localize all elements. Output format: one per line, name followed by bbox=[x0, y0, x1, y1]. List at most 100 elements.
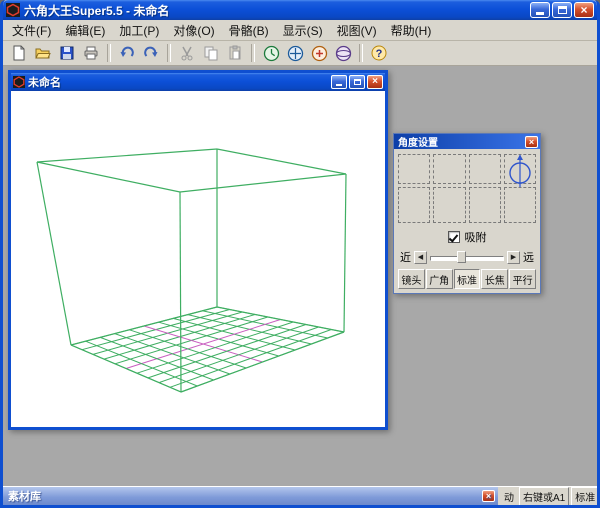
status-cell-standard[interactable]: 标准 bbox=[571, 487, 599, 506]
camera-button-wide[interactable]: 广角 bbox=[426, 269, 453, 289]
angle-preset-4[interactable] bbox=[504, 154, 536, 184]
pan-view-tool-button[interactable] bbox=[283, 42, 307, 64]
application-window: 六角大王Super5.5 - 未命名 × 文件(F) 编辑(E) 加工(P) 对… bbox=[0, 0, 600, 508]
angle-preset-6[interactable] bbox=[433, 187, 465, 223]
angle-preset-2[interactable] bbox=[433, 154, 465, 184]
print-icon bbox=[83, 45, 99, 61]
angle-preset-3[interactable] bbox=[469, 154, 501, 184]
angle-panel-close-button[interactable]: × bbox=[525, 136, 538, 148]
window-controls: × bbox=[528, 2, 594, 18]
camera-button-standard[interactable]: 标准 bbox=[454, 269, 481, 289]
document-window: 未命名 × bbox=[8, 70, 388, 430]
farther-button[interactable]: ▶ bbox=[507, 251, 520, 264]
save-icon bbox=[59, 45, 75, 61]
toolbar-separator bbox=[251, 44, 255, 62]
menu-display[interactable]: 显示(S) bbox=[276, 20, 330, 41]
document-title-bar[interactable]: 未命名 × bbox=[11, 73, 385, 91]
distance-slider[interactable] bbox=[430, 251, 504, 264]
cut-icon bbox=[179, 45, 195, 61]
slider-groove bbox=[430, 256, 504, 261]
angle-dial-icon bbox=[506, 152, 534, 188]
new-document-button[interactable] bbox=[7, 42, 31, 64]
workspace: 未命名 × 角度设置 × bbox=[3, 66, 597, 486]
angle-preset-8[interactable] bbox=[504, 187, 536, 223]
copy-button[interactable] bbox=[199, 42, 223, 64]
camera-button-lens[interactable]: 镜头 bbox=[398, 269, 425, 289]
document-title: 未命名 bbox=[28, 74, 329, 90]
open-file-button[interactable] bbox=[31, 42, 55, 64]
angle-panel-title-bar[interactable]: 角度设置 × bbox=[394, 134, 540, 149]
light-view-icon bbox=[335, 45, 352, 62]
light-view-tool-button[interactable] bbox=[331, 42, 355, 64]
svg-text:?: ? bbox=[376, 48, 383, 60]
menu-bar: 文件(F) 编辑(E) 加工(P) 对像(O) 骨骼(B) 显示(S) 视图(V… bbox=[3, 20, 597, 41]
document-maximize-icon bbox=[354, 79, 361, 85]
window-title: 六角大王Super5.5 - 未命名 bbox=[24, 2, 528, 19]
camera-button-parallel[interactable]: 平行 bbox=[509, 269, 536, 289]
new-document-icon bbox=[11, 45, 27, 61]
document-close-icon: × bbox=[372, 77, 378, 87]
angle-preset-1[interactable] bbox=[398, 154, 430, 184]
menu-view[interactable]: 视图(V) bbox=[330, 20, 384, 41]
close-icon: × bbox=[580, 4, 587, 16]
bottom-bar: 素材库 × 动 右键或A1 标准 bbox=[3, 486, 597, 505]
document-maximize-button[interactable] bbox=[349, 75, 365, 89]
angle-preset-5[interactable] bbox=[398, 187, 430, 223]
near-label: 近 bbox=[400, 249, 411, 265]
document-minimize-icon bbox=[336, 84, 342, 86]
snap-checkbox[interactable] bbox=[448, 231, 460, 243]
minimize-button[interactable] bbox=[530, 2, 550, 18]
menu-help[interactable]: 帮助(H) bbox=[384, 20, 439, 41]
toolbar-separator bbox=[107, 44, 111, 62]
redo-button[interactable] bbox=[139, 42, 163, 64]
help-button[interactable]: ? bbox=[367, 42, 391, 64]
save-button[interactable] bbox=[55, 42, 79, 64]
toolbar-separator bbox=[167, 44, 171, 62]
copy-icon bbox=[203, 45, 219, 61]
undo-icon bbox=[119, 45, 135, 61]
menu-file[interactable]: 文件(F) bbox=[5, 20, 58, 41]
snap-label: 吸附 bbox=[465, 229, 487, 245]
camera-mode-row: 镜头 广角 标准 长焦 平行 bbox=[396, 268, 538, 290]
toolbar: ? bbox=[3, 41, 597, 66]
zoom-view-tool-button[interactable] bbox=[307, 42, 331, 64]
cut-button[interactable] bbox=[175, 42, 199, 64]
far-label: 远 bbox=[523, 249, 534, 265]
angle-settings-panel: 角度设置 × bbox=[393, 133, 541, 294]
nearer-button[interactable]: ◀ bbox=[414, 251, 427, 264]
angle-panel-body: 吸附 近 ◀ ▶ 远 镜头 广角 标准 长焦 平行 bbox=[394, 149, 540, 293]
minimize-icon bbox=[536, 12, 544, 15]
paste-icon bbox=[227, 45, 243, 61]
slider-thumb[interactable] bbox=[457, 251, 466, 263]
status-cell-mode: 动 bbox=[501, 488, 517, 505]
pan-view-icon bbox=[287, 45, 304, 62]
menu-edit[interactable]: 编辑(E) bbox=[58, 20, 112, 41]
viewport-canvas[interactable] bbox=[11, 91, 385, 427]
document-close-button[interactable]: × bbox=[367, 75, 383, 89]
rotate-view-icon bbox=[263, 45, 280, 62]
title-bar[interactable]: 六角大王Super5.5 - 未命名 × bbox=[3, 0, 597, 20]
angle-presets bbox=[396, 151, 538, 226]
maximize-icon bbox=[558, 6, 567, 14]
rotate-view-tool-button[interactable] bbox=[259, 42, 283, 64]
menu-skeleton[interactable]: 骨骼(B) bbox=[222, 20, 276, 41]
paste-button[interactable] bbox=[223, 42, 247, 64]
material-library-close-button[interactable]: × bbox=[482, 490, 495, 502]
status-bar: 动 右键或A1 标准 bbox=[498, 486, 600, 505]
menu-object[interactable]: 对像(O) bbox=[166, 20, 221, 41]
camera-button-telephoto[interactable]: 长焦 bbox=[481, 269, 508, 289]
menu-process[interactable]: 加工(P) bbox=[112, 20, 166, 41]
material-library-bar[interactable]: 素材库 × bbox=[3, 486, 498, 505]
material-library-title: 素材库 bbox=[8, 488, 482, 504]
maximize-button[interactable] bbox=[552, 2, 572, 18]
help-icon: ? bbox=[371, 45, 387, 61]
angle-panel-title: 角度设置 bbox=[398, 134, 525, 149]
open-folder-icon bbox=[35, 45, 51, 61]
document-minimize-button[interactable] bbox=[331, 75, 347, 89]
angle-preset-7[interactable] bbox=[469, 187, 501, 223]
undo-button[interactable] bbox=[115, 42, 139, 64]
close-button[interactable]: × bbox=[574, 2, 594, 18]
status-cell-hint[interactable]: 右键或A1 bbox=[519, 487, 569, 506]
snap-row: 吸附 bbox=[396, 226, 538, 247]
print-button[interactable] bbox=[79, 42, 103, 64]
